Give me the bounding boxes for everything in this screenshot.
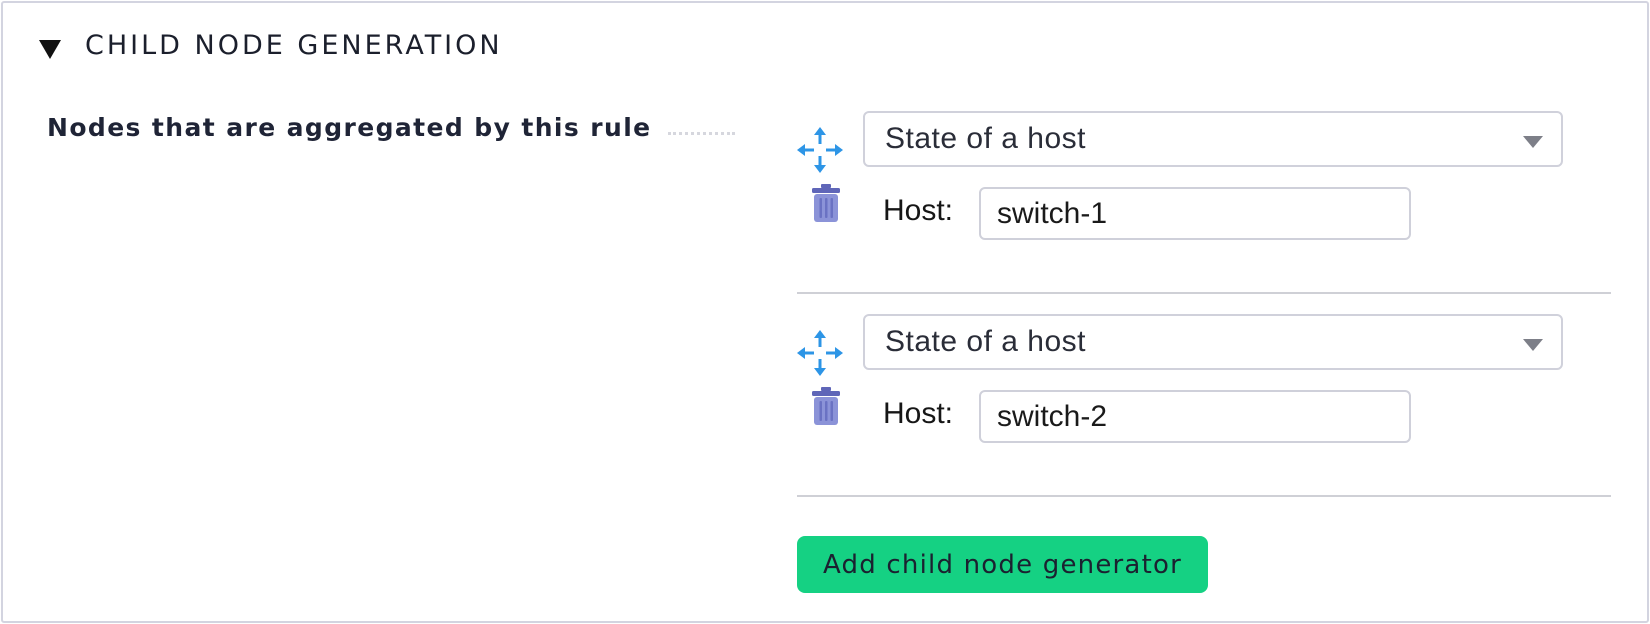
section-title: CHILD NODE GENERATION [85,29,503,61]
trash-icon[interactable] [811,386,841,426]
field-label-row: Nodes that are aggregated by this rule [47,107,735,147]
chevron-down-icon [1523,136,1543,148]
node-type-select-value: State of a host [885,122,1086,155]
child-node-generation-panel: CHILD NODE GENERATION Nodes that are agg… [1,1,1649,623]
entry-divider [797,495,1611,497]
host-label: Host: [883,397,954,430]
move-arrows-icon[interactable] [797,127,843,173]
child-node-entry: State of a host Host: [797,306,1613,486]
child-node-entry: State of a host Host: [797,103,1613,283]
entry-divider [797,292,1611,294]
node-type-select[interactable]: State of a host [863,111,1563,167]
node-type-select[interactable]: State of a host [863,314,1563,370]
host-input[interactable] [979,187,1411,240]
host-input[interactable] [979,390,1411,443]
node-type-select-value: State of a host [885,325,1086,358]
move-arrows-icon[interactable] [797,330,843,376]
field-label: Nodes that are aggregated by this rule [47,112,652,142]
host-label: Host: [883,194,954,227]
add-child-node-generator-button[interactable]: Add child node generator [797,536,1208,593]
chevron-down-icon [1523,339,1543,351]
dotted-leader [667,131,735,135]
triangle-down-icon[interactable] [39,39,61,59]
trash-icon[interactable] [811,183,841,223]
section-header[interactable]: CHILD NODE GENERATION [39,25,503,65]
